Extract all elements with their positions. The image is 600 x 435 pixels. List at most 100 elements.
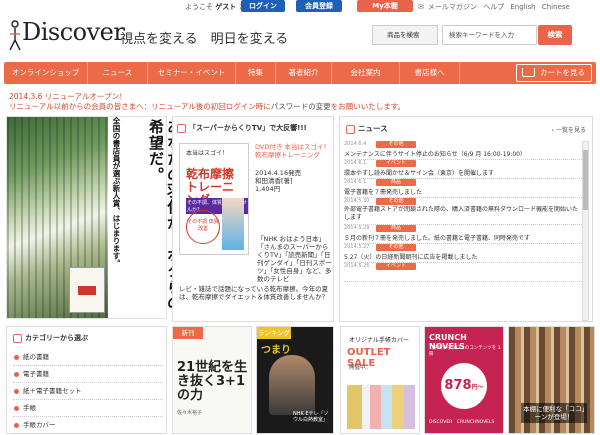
news-title[interactable]: ５月の新刊７冊を発売しました。紙の書籍と電子書籍、同時発売です <box>344 233 580 242</box>
category-panel: カテゴリーから選ぶ 紙の書籍 電子書籍 紙＋電子書籍セット 手帳 手帳カバー <box>6 326 167 434</box>
crunch-price-badge: 878円〜 <box>441 363 487 409</box>
category-item-ebooks[interactable]: 電子書籍 <box>13 366 163 383</box>
news-view-all-label: 一覧を見る <box>555 127 586 134</box>
logo[interactable]: Discover <box>8 18 125 54</box>
release-date: 2014.4.16発売 <box>255 169 302 177</box>
search-placeholder: 検索キーワードを入力 <box>449 31 514 39</box>
news-tag: 商品 <box>376 179 416 186</box>
announcement-text-c: をお願いいたします。 <box>330 102 405 111</box>
news-heading: ニュース <box>346 123 388 134</box>
cover-person-photo <box>222 198 244 250</box>
login-button[interactable]: ログイン <box>241 0 285 12</box>
search-button[interactable]: 検索 <box>538 25 572 45</box>
password-change-link[interactable]: パスワードの変更 <box>271 102 331 111</box>
crunch-price: 878 <box>444 378 472 393</box>
news-title[interactable]: 5.27（火）の日経新聞朝刊に広告を掲載しました <box>344 252 580 261</box>
category-item-paper-ebook-set[interactable]: 紙＋電子書籍セット <box>13 383 163 400</box>
my-bookshelf-button[interactable]: My本棚 <box>357 0 413 12</box>
search-input[interactable]: 検索キーワードを入力 <box>442 25 537 45</box>
hero-book-cover <box>69 267 105 313</box>
bookshelf-tile[interactable]: 本棚に便利な「ココ」ーンが登場！ <box>508 326 595 434</box>
book-info: DVD付き 本当はスゴイ！乾布摩擦トレーニング 2014.4.16発売 和田清香… <box>255 143 331 193</box>
tv-quote: 「NHK おはよう日本」「さんまのスーパーからくりTV」「読売新聞」「日刊ゲンダ… <box>257 235 332 283</box>
ranking-caption: NHK Eテレ「ソウル白熱教室」 <box>293 411 329 423</box>
nav-authors[interactable]: 著者紹介 <box>276 62 332 84</box>
nav-feature[interactable]: 特集 <box>236 62 276 84</box>
bookshelf-caption: 本棚に便利な「ココ」ーンが登場！ <box>521 403 587 423</box>
search-category-select[interactable]: 商品を検索 <box>372 25 438 45</box>
ranking-tile[interactable]: ランキング つまり NHK Eテレ「ソウル白熱教室」 <box>256 326 334 434</box>
my-bookshelf-label: My本棚 <box>372 2 398 10</box>
news-list: 2014.6.4 その他 メンテナンスに伴うサイト停止のお知らせ（6/9 月 1… <box>344 141 584 321</box>
book-title-link[interactable]: DVD付き 本当はスゴイ！乾布摩擦トレーニング <box>255 143 331 159</box>
main-nav: オンラインショップ ニュース セミナー・イベント 特集 著者紹介 会社案内 書店… <box>4 62 596 84</box>
news-section-icon <box>346 124 355 134</box>
top-links: ✉ メールマガジン ヘルプ English Chinese <box>418 2 574 12</box>
link-help[interactable]: ヘルプ <box>483 3 504 11</box>
nav-seminar-event[interactable]: セミナー・イベント <box>148 62 236 84</box>
tv-heading-text: 「スーパーからくりTV」で大反響!!! <box>189 124 307 132</box>
announcement-line1: 2014.3.6 リニューアルオープン！ <box>9 92 127 101</box>
category-heading: カテゴリーから選ぶ <box>13 333 88 343</box>
new-release-author: 佐々木裕子 <box>177 410 203 416</box>
category-heading-text: カテゴリーから選ぶ <box>25 334 88 342</box>
crunch-logos: DISCOVER CRUNCHNOVELS <box>429 420 495 425</box>
announcement-text-a: リニューアル以前からの会員の皆さまへ：リニューアル後の初回ログイン時に <box>9 102 271 111</box>
book-cover[interactable]: 本当はスゴイ！ 乾布摩擦トレーニング その不調、体質改善しませんか？ その不調 … <box>179 143 249 255</box>
ranking-title: つまり <box>261 345 291 356</box>
news-date: 2014.5.29 <box>344 225 370 231</box>
crunch-novels-tile[interactable]: CRUNCH NOVELS 1冊 目からウロコのコンテンツを 1冊 878円〜 … <box>424 326 504 434</box>
welcome-user: ゲスト <box>215 3 237 11</box>
news-heading-text: ニュース <box>358 124 388 133</box>
news-scrollbar[interactable] <box>582 141 589 321</box>
list-item[interactable]: 2014.5.30 その他 外部電子書籍ストアが閉鎖された際の、購入済書籍の無料… <box>344 198 584 225</box>
list-item[interactable]: 2014.6.1 イベント 環本やすし読み聞かせ＆サイン会（東京）を開催します <box>344 160 584 179</box>
nav-news[interactable]: ニュース <box>88 62 148 84</box>
news-title[interactable]: 外部電子書籍ストアが閉鎖された際の、購入済書籍の無料ダウンロード機能を開始いたし… <box>344 206 580 222</box>
page: ようこそ ゲスト さん ログイン 会員登録 My本棚 ✉メールマガジン ヘルプ … <box>0 0 600 435</box>
list-item[interactable]: 2014.6.4 その他 メンテナンスに伴うサイト停止のお知らせ（6/9 月 1… <box>344 141 584 160</box>
outlet-sale-tile[interactable]: オリジナル手帳カバー OUTLET SALE 開催中。 <box>340 326 420 434</box>
news-date: 2014.6.4 <box>344 141 367 147</box>
search-box: 商品を検索 検索キーワードを入力 検索 <box>372 25 572 45</box>
register-button[interactable]: 会員登録 <box>296 0 342 12</box>
mail-icon: ✉ <box>418 3 424 11</box>
new-release-tile[interactable]: 新刊 21世紀を生き抜く3+1の力 佐々木裕子 <box>172 326 252 434</box>
tagline: 視点を変える 明日を変える <box>120 32 289 47</box>
list-item[interactable]: 2014.6.1 商品 電子書籍を７冊発売しました <box>344 179 584 198</box>
category-list: 紙の書籍 電子書籍 紙＋電子書籍セット 手帳 手帳カバー <box>13 349 163 434</box>
nav-online-shop[interactable]: オンラインショップ <box>4 62 88 84</box>
news-date: 2014.6.1 <box>344 160 367 166</box>
link-english[interactable]: English <box>510 3 535 11</box>
hero-banner[interactable]: あなたの羽化が、ボクらの希望だ。 全国の書店員が選ぶ新人賞、はじまります。 <box>6 116 183 319</box>
news-title[interactable]: 環本やすし読み聞かせ＆サイン会（東京）を開催します <box>344 168 580 177</box>
news-view-all-link[interactable]: › 一覧を見る <box>552 125 586 134</box>
news-tag: 商品 <box>376 225 416 232</box>
announcement-line2: リニューアル以前からの会員の皆さまへ：リニューアル後の初回ログイン時にパスワード… <box>9 102 405 112</box>
news-title[interactable]: 電子書籍を７冊発売しました <box>344 187 580 196</box>
news-title[interactable]: メンテナンスに伴うサイト停止のお知らせ（6/9 月 16:00-19:00） <box>344 149 580 158</box>
news-tag: その他 <box>376 141 416 148</box>
nav-bookstores[interactable]: 書店様へ <box>400 62 460 84</box>
crunch-subtitle: 1冊 目からウロコのコンテンツを 1冊 <box>429 346 501 357</box>
tv-heading: 「スーパーからくりTV」で大反響!!! <box>177 123 331 137</box>
logo-text: Discover <box>22 18 125 46</box>
tv-review: レビ・雑誌で話題になっている乾布摩擦。今年の夏は、乾布摩擦でダイエット＆体質改善… <box>179 285 329 301</box>
news-scrollbar-thumb[interactable] <box>583 150 588 210</box>
nav-company[interactable]: 会社案内 <box>332 62 400 84</box>
category-item-notebook-covers[interactable]: 手帳カバー <box>13 417 163 434</box>
cart-button[interactable]: カートを見る <box>516 64 592 82</box>
book-author[interactable]: 和田清香[著] <box>255 177 331 185</box>
list-item[interactable]: 2014.5.27 その他 5.27（火）の日経新聞朝刊に広告を掲載しました <box>344 244 584 263</box>
tv-section-icon <box>177 123 186 133</box>
announcement: 2014.3.6 リニューアルオープン！ リニューアル以前からの会員の皆さまへ：… <box>9 92 405 112</box>
link-chinese[interactable]: Chinese <box>542 3 570 11</box>
category-item-notebooks[interactable]: 手帳 <box>13 400 163 417</box>
category-section-icon <box>13 333 22 343</box>
cart-label: カートを見る <box>540 68 585 77</box>
list-item[interactable]: 2014.5.29 商品 ５月の新刊７冊を発売しました。紙の書籍と電子書籍、同時… <box>344 225 584 244</box>
welcome-prefix: ようこそ <box>185 3 213 11</box>
list-item[interactable]: 2014.5.26 イベント <box>344 263 584 282</box>
link-mail-magazine[interactable]: メールマガジン <box>428 3 477 11</box>
category-item-paper-books[interactable]: 紙の書籍 <box>13 349 163 366</box>
